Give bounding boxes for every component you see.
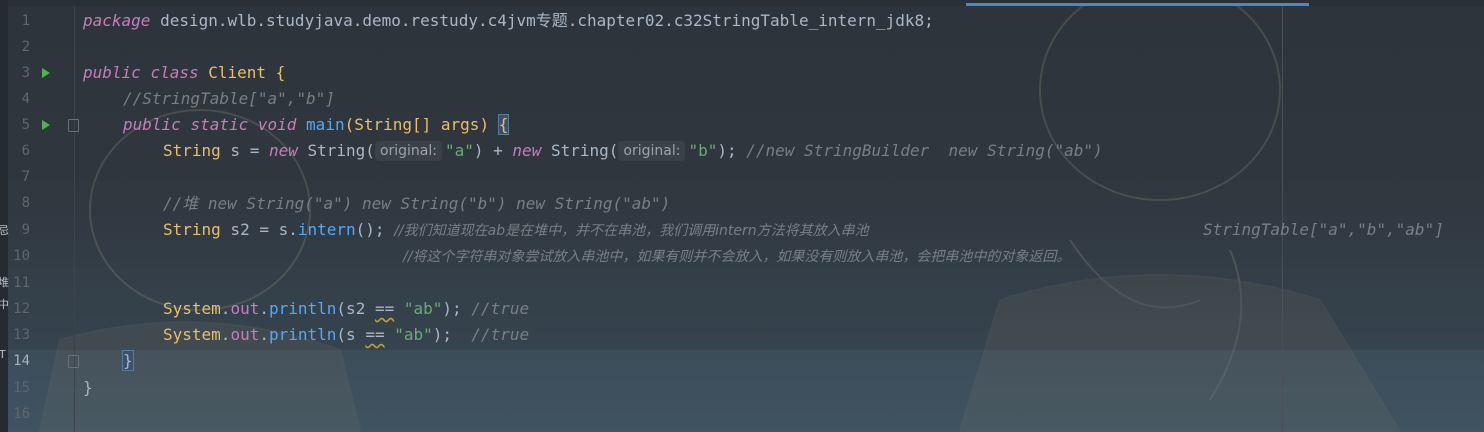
code-text: ); xyxy=(717,141,747,160)
code-line-10: //将这个字符串对象尝试放入串池中，如果有则并不会放入，如果没有则放入串池，会把… xyxy=(403,243,1070,269)
keyword: static xyxy=(190,115,249,134)
line-number: 2 xyxy=(21,39,30,55)
comment: //true xyxy=(471,325,530,344)
code-text: ) + xyxy=(473,141,513,160)
warning-operator: == xyxy=(365,325,385,344)
code-text: String( xyxy=(541,141,619,160)
code-text: (String[] args) xyxy=(344,115,499,134)
class-name: Client { xyxy=(198,63,286,82)
line-number: 5 xyxy=(21,117,30,133)
string-literal: "b" xyxy=(688,141,718,160)
comment: //true xyxy=(471,299,530,318)
field-name: out xyxy=(230,299,260,318)
line-number: 7 xyxy=(21,169,30,185)
parameter-hint: original: xyxy=(374,141,442,161)
keyword: public xyxy=(83,63,141,82)
type-name: String xyxy=(163,141,221,160)
line-number: 11 xyxy=(13,275,30,291)
code-text: (s xyxy=(336,325,366,344)
code-line-9: String s2 = s.intern(); //我们知道现在ab是在堆中，并… xyxy=(163,217,869,243)
keyword: new xyxy=(512,141,542,160)
code-line-9-comment-right: StringTable["a","b","ab"] xyxy=(1203,217,1444,243)
code-line-15: } xyxy=(83,375,93,401)
line-number: 3 xyxy=(21,65,30,81)
code-line-4: //StringTable["a","b"] xyxy=(123,86,335,112)
method-name: println xyxy=(268,325,337,344)
code-editor[interactable]: 忌 堆 中 T 1 2 3 4 5 6 7 8 9 10 11 12 13 14… xyxy=(0,0,1484,432)
closing-brace: } xyxy=(83,378,93,397)
side-panel-fragment: 忌 堆 中 T xyxy=(0,0,9,432)
code-line-6: String s = new String(original: "a") + ne… xyxy=(163,138,1103,164)
line-number-current: 14 xyxy=(13,353,30,369)
line-number: 15 xyxy=(13,380,30,396)
line-number: 4 xyxy=(21,91,30,107)
method-name: main xyxy=(306,115,345,134)
side-glyph: T xyxy=(0,348,6,361)
comment: //将这个字符串对象尝试放入串池中，如果有则并不会放入，如果没有则放入串池，会把… xyxy=(403,249,1071,265)
comment: //我们知道现在ab是在堆中，并不在串池，我们调用intern方法将其放入串池 xyxy=(394,223,869,239)
line-number: 8 xyxy=(21,195,30,211)
code-line-14: } xyxy=(122,348,134,374)
line-number: 6 xyxy=(21,143,30,159)
code-line-1: package design.wlb.studyjava.demo.restud… xyxy=(83,8,934,34)
line-number: 1 xyxy=(21,13,30,29)
string-literal: "ab" xyxy=(394,325,433,344)
keyword: void xyxy=(257,115,297,134)
active-tab-indicator[interactable] xyxy=(966,3,1309,6)
warning-operator: == xyxy=(374,299,395,318)
class-name: System xyxy=(163,299,221,318)
keyword: public xyxy=(123,115,181,134)
code-line-8: //堆 new String("a") new String("b") new … xyxy=(163,191,670,217)
method-name: intern xyxy=(297,220,356,239)
fold-end-icon[interactable] xyxy=(68,355,79,368)
method-name: println xyxy=(268,299,337,318)
comment: //new StringBuilder new String("ab") xyxy=(746,141,1103,160)
code-text: ); xyxy=(442,299,472,318)
code-text: s = xyxy=(220,141,269,160)
class-name: System xyxy=(163,325,221,344)
run-main-icon[interactable] xyxy=(42,120,50,130)
line-number: 16 xyxy=(13,406,30,422)
line-number: 9 xyxy=(21,222,30,238)
brace-match: } xyxy=(122,350,134,371)
code-text: (); xyxy=(355,220,395,239)
run-class-icon[interactable] xyxy=(42,68,50,78)
keyword: package xyxy=(83,11,151,30)
keyword: new xyxy=(268,141,298,160)
line-number: 13 xyxy=(13,327,30,343)
string-literal: "ab" xyxy=(403,299,443,318)
parameter-hint: original: xyxy=(618,141,686,161)
code-line-5: public static void main(String[] args) { xyxy=(123,112,510,138)
code-line-12: System.out.println(s2 == "ab"); //true xyxy=(163,296,529,322)
code-line-13: System.out.println(s == "ab"); //true xyxy=(163,322,529,348)
type-name: String xyxy=(163,220,221,239)
comment: //StringTable["a","b"] xyxy=(123,89,335,108)
fold-icon[interactable] xyxy=(68,119,79,132)
code-text: . xyxy=(259,299,269,318)
keyword: class xyxy=(150,63,199,82)
brace-match: { xyxy=(497,114,510,135)
code-text: . xyxy=(220,299,231,318)
code-text: (s2 xyxy=(336,299,375,318)
package-name: design.wlb.studyjava.demo.restudy.c4jvm专… xyxy=(150,11,934,30)
code-text: s2 = s. xyxy=(220,220,298,239)
code-text: String( xyxy=(297,141,375,160)
string-literal: "a" xyxy=(444,141,474,160)
gutter-divider xyxy=(74,6,75,432)
code-text: . xyxy=(220,325,231,344)
code-text: ); xyxy=(432,325,472,344)
field-name: out xyxy=(230,325,260,344)
line-number: 10 xyxy=(13,248,30,264)
line-number: 12 xyxy=(13,301,30,317)
comment: //堆 new String("a") new String("b") new … xyxy=(163,194,671,213)
comment: StringTable["a","b","ab"] xyxy=(1203,220,1444,239)
code-text: . xyxy=(259,325,269,344)
code-line-3: public class Client { xyxy=(83,60,285,86)
